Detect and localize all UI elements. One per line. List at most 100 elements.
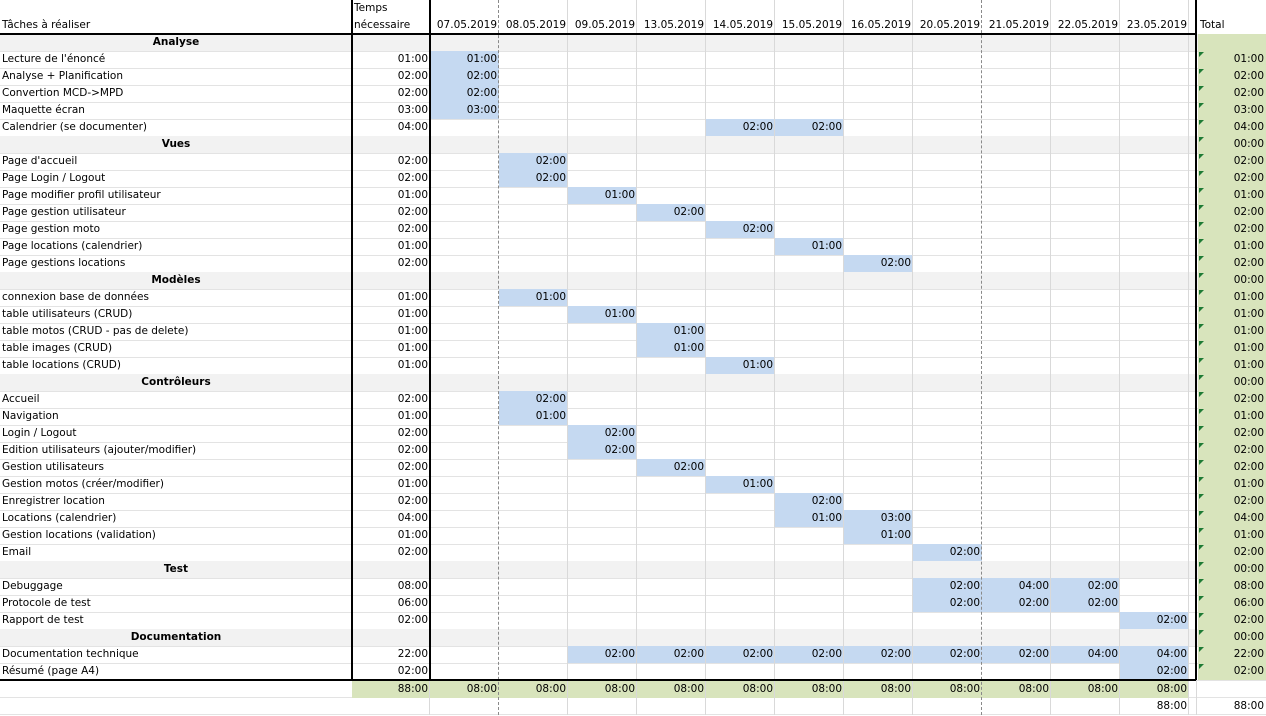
footer-last-day-value[interactable]: 88:00 [1120, 698, 1189, 715]
row-total[interactable]: 01:00 [1198, 408, 1266, 425]
row-total[interactable]: 01:00 [1198, 289, 1266, 306]
header-date[interactable]: 20.05.2019 [913, 17, 982, 34]
day-cell[interactable]: 02:00 [637, 204, 706, 221]
task-time[interactable]: 01:00 [352, 289, 430, 306]
task-time[interactable]: 01:00 [352, 357, 430, 374]
footer-time-total[interactable]: 88:00 [352, 681, 430, 698]
row-total[interactable] [1198, 34, 1266, 51]
header-time-line2[interactable]: nécessaire [352, 17, 430, 34]
task-label[interactable]: Analyse + Planification [0, 68, 352, 85]
row-total[interactable]: 00:00 [1198, 629, 1266, 646]
task-label[interactable]: table locations (CRUD) [0, 357, 352, 374]
task-time[interactable]: 02:00 [352, 442, 430, 459]
row-total[interactable]: 01:00 [1198, 306, 1266, 323]
day-cell[interactable]: 02:00 [499, 153, 568, 170]
day-cell[interactable]: 01:00 [430, 51, 499, 68]
row-total[interactable]: 02:00 [1198, 153, 1266, 170]
task-label[interactable]: Debuggage [0, 578, 352, 595]
footer-day-total[interactable]: 08:00 [844, 681, 913, 698]
task-label[interactable]: Edition utilisateurs (ajouter/modifier) [0, 442, 352, 459]
task-time[interactable]: 02:00 [352, 612, 430, 629]
row-total[interactable]: 02:00 [1198, 663, 1266, 680]
day-cell[interactable]: 02:00 [637, 646, 706, 663]
day-cell[interactable]: 02:00 [568, 425, 637, 442]
task-label[interactable]: Email [0, 544, 352, 561]
task-label[interactable]: Page modifier profil utilisateur [0, 187, 352, 204]
day-cell[interactable]: 02:00 [1051, 595, 1120, 612]
day-cell[interactable]: 01:00 [775, 510, 844, 527]
header-tasks[interactable]: Tâches à réaliser [0, 17, 352, 34]
section-label[interactable]: Documentation [0, 629, 352, 646]
task-time[interactable]: 01:00 [352, 340, 430, 357]
day-cell[interactable]: 03:00 [430, 102, 499, 119]
task-time[interactable]: 02:00 [352, 459, 430, 476]
row-total[interactable]: 01:00 [1198, 527, 1266, 544]
row-total[interactable]: 02:00 [1198, 391, 1266, 408]
row-total[interactable]: 04:00 [1198, 510, 1266, 527]
row-total[interactable]: 02:00 [1198, 425, 1266, 442]
row-total[interactable]: 02:00 [1198, 442, 1266, 459]
task-label[interactable]: table utilisateurs (CRUD) [0, 306, 352, 323]
task-label[interactable]: connexion base de données [0, 289, 352, 306]
day-cell[interactable]: 02:00 [775, 493, 844, 510]
row-total[interactable]: 01:00 [1198, 238, 1266, 255]
row-total[interactable]: 02:00 [1198, 459, 1266, 476]
footer-day-total[interactable]: 08:00 [913, 681, 982, 698]
day-cell[interactable]: 02:00 [982, 646, 1051, 663]
header-total[interactable]: Total [1198, 17, 1266, 34]
day-cell[interactable]: 02:00 [499, 170, 568, 187]
header-time-line1[interactable]: Temps [352, 0, 430, 17]
row-total[interactable]: 01:00 [1198, 187, 1266, 204]
row-total[interactable]: 04:00 [1198, 119, 1266, 136]
task-time[interactable]: 01:00 [352, 476, 430, 493]
header-date[interactable]: 21.05.2019 [982, 17, 1051, 34]
section-label[interactable]: Test [0, 561, 352, 578]
row-total[interactable]: 00:00 [1198, 561, 1266, 578]
section-label[interactable]: Modèles [0, 272, 352, 289]
task-label[interactable]: Enregistrer location [0, 493, 352, 510]
row-total[interactable]: 01:00 [1198, 51, 1266, 68]
row-total[interactable]: 02:00 [1198, 255, 1266, 272]
row-total[interactable]: 02:00 [1198, 68, 1266, 85]
task-time[interactable]: 02:00 [352, 493, 430, 510]
task-label[interactable]: Gestion motos (créer/modifier) [0, 476, 352, 493]
day-cell[interactable]: 04:00 [1051, 646, 1120, 663]
day-cell[interactable]: 02:00 [430, 68, 499, 85]
day-cell[interactable]: 02:00 [706, 119, 775, 136]
header-date[interactable]: 14.05.2019 [706, 17, 775, 34]
row-total[interactable]: 01:00 [1198, 323, 1266, 340]
footer-day-total[interactable]: 08:00 [706, 681, 775, 698]
row-total[interactable]: 22:00 [1198, 646, 1266, 663]
row-total[interactable]: 02:00 [1198, 170, 1266, 187]
row-total[interactable]: 02:00 [1198, 221, 1266, 238]
day-cell[interactable]: 02:00 [913, 578, 982, 595]
day-cell[interactable]: 02:00 [913, 646, 982, 663]
day-cell[interactable]: 01:00 [706, 476, 775, 493]
task-time[interactable]: 02:00 [352, 153, 430, 170]
task-label[interactable]: Page gestion utilisateur [0, 204, 352, 221]
row-total[interactable]: 02:00 [1198, 544, 1266, 561]
section-label[interactable]: Contrôleurs [0, 374, 352, 391]
task-label[interactable]: Login / Logout [0, 425, 352, 442]
task-label[interactable]: Protocole de test [0, 595, 352, 612]
row-total[interactable]: 00:00 [1198, 272, 1266, 289]
task-label[interactable]: Résumé (page A4) [0, 663, 352, 680]
row-total[interactable]: 03:00 [1198, 102, 1266, 119]
header-date[interactable]: 15.05.2019 [775, 17, 844, 34]
task-time[interactable]: 02:00 [352, 425, 430, 442]
task-time[interactable]: 04:00 [352, 510, 430, 527]
footer-day-total[interactable]: 08:00 [637, 681, 706, 698]
day-cell[interactable]: 01:00 [568, 306, 637, 323]
day-cell[interactable]: 02:00 [775, 646, 844, 663]
task-time[interactable]: 01:00 [352, 51, 430, 68]
task-time[interactable]: 03:00 [352, 102, 430, 119]
header-date[interactable]: 16.05.2019 [844, 17, 913, 34]
task-time[interactable]: 01:00 [352, 306, 430, 323]
footer-day-total[interactable]: 08:00 [499, 681, 568, 698]
task-label[interactable]: Page Login / Logout [0, 170, 352, 187]
task-label[interactable]: Page gestion moto [0, 221, 352, 238]
task-label[interactable]: Gestion locations (validation) [0, 527, 352, 544]
day-cell[interactable]: 02:00 [706, 646, 775, 663]
task-time[interactable]: 02:00 [352, 544, 430, 561]
task-label[interactable]: Gestion utilisateurs [0, 459, 352, 476]
